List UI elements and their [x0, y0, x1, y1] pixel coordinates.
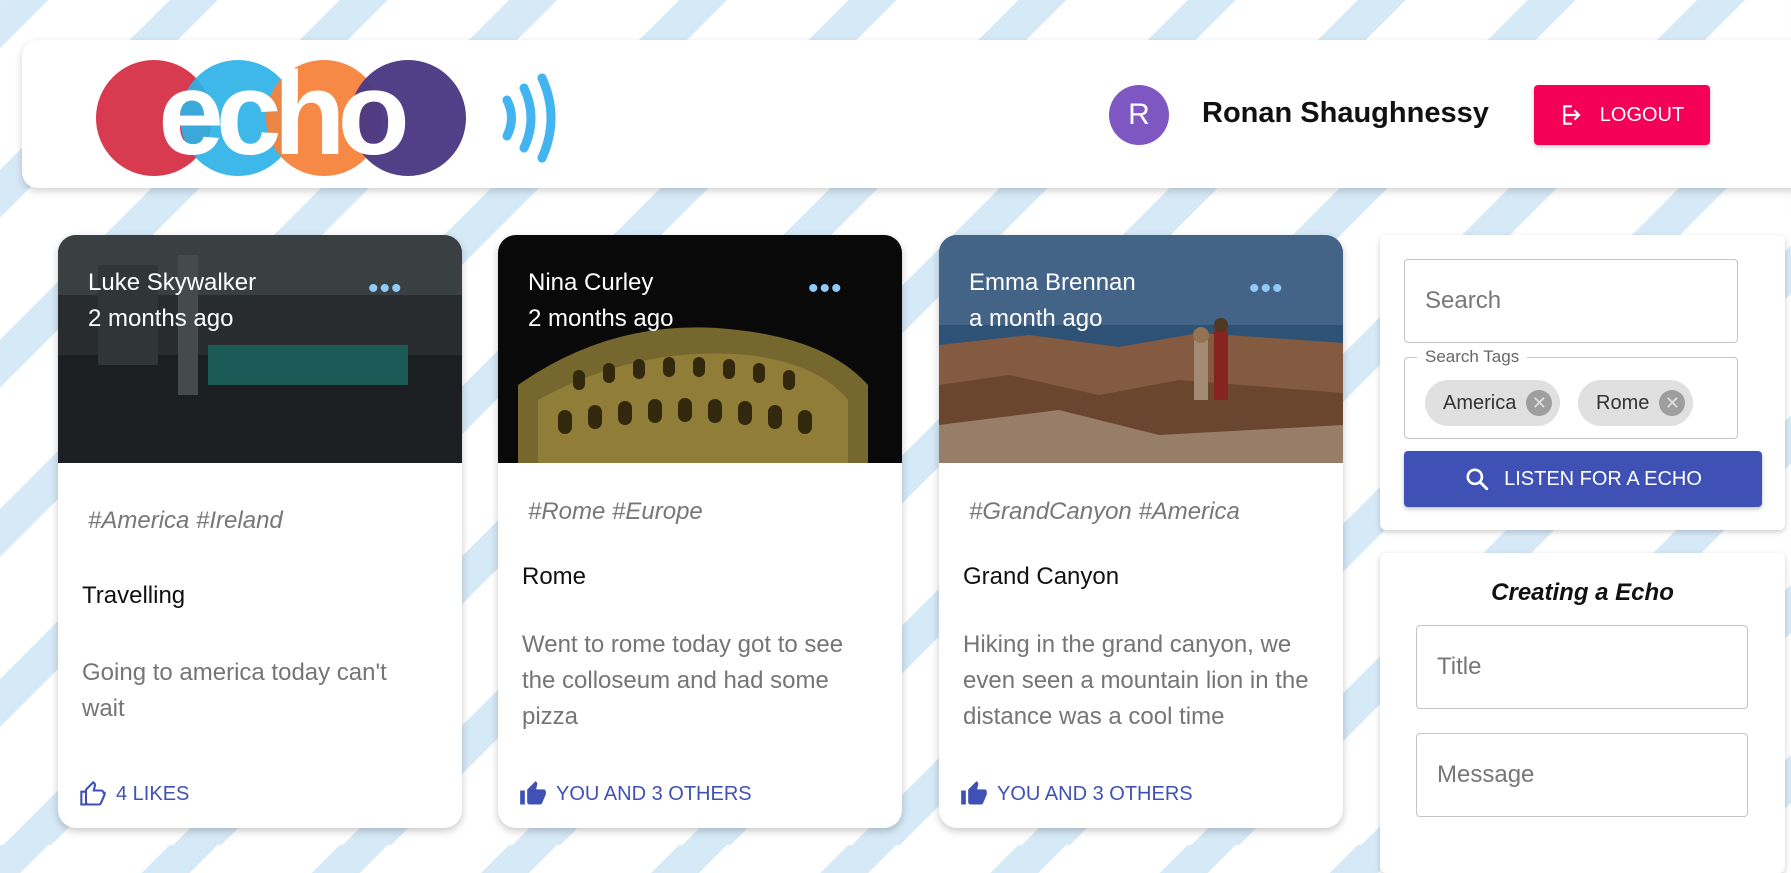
user-name: Ronan Shaughnessy — [1202, 97, 1489, 129]
listen-label: LISTEN FOR A ECHO — [1504, 467, 1702, 490]
echo-card: Luke Skywalker 2 months ago ••• #America… — [58, 235, 462, 828]
thumb-up-icon — [520, 781, 546, 805]
card-tags: #America #Ireland — [88, 507, 283, 534]
card-tags: #Rome #Europe — [528, 498, 703, 525]
card-timestamp: 2 months ago — [88, 305, 234, 332]
svg-text:echo: echo — [158, 58, 405, 178]
cancel-icon[interactable]: ✕ — [1526, 390, 1553, 416]
search-input[interactable] — [1404, 259, 1738, 343]
logout-icon — [1563, 105, 1581, 125]
echo-logo: echo — [96, 58, 556, 178]
card-media-colosseum: Nina Curley 2 months ago ••• — [498, 235, 902, 463]
card-title: Travelling — [82, 582, 186, 609]
echo-card: Nina Curley 2 months ago ••• #Rome #Euro… — [498, 235, 902, 828]
create-echo-heading: Creating a Echo — [1491, 579, 1674, 606]
listen-button[interactable]: LISTEN FOR A ECHO — [1404, 451, 1762, 507]
card-media-airport: Luke Skywalker 2 months ago ••• — [58, 235, 462, 463]
chip-label: Rome — [1596, 391, 1650, 414]
like-button[interactable]: 4 LIKES — [78, 780, 189, 808]
card-timestamp: a month ago — [969, 305, 1103, 332]
create-echo-panel: Creating a Echo — [1380, 553, 1785, 873]
likes-label: YOU AND 3 OTHERS — [997, 782, 1193, 805]
more-horiz-icon[interactable]: ••• — [1249, 274, 1284, 304]
search-panel: Search Tags America ✕ Rome ✕ LISTEN FOR … — [1380, 235, 1785, 530]
card-tags: #GrandCanyon #America — [969, 498, 1240, 525]
more-horiz-icon[interactable]: ••• — [368, 274, 403, 304]
title-input[interactable] — [1416, 625, 1748, 709]
echo-card: Emma Brennan a month ago ••• #GrandCanyo… — [939, 235, 1343, 828]
card-author: Luke Skywalker — [88, 269, 257, 296]
card-author: Nina Curley — [528, 269, 654, 296]
search-icon — [1466, 468, 1489, 491]
likes-label: 4 LIKES — [116, 782, 190, 805]
chip-label: America — [1443, 391, 1517, 414]
card-message: Went to rome today got to see the collos… — [522, 631, 844, 730]
tag-chip: Rome ✕ — [1578, 380, 1694, 426]
logout-label: LOGOUT — [1599, 103, 1685, 126]
card-timestamp: 2 months ago — [528, 305, 674, 332]
thumb-up-icon — [961, 781, 987, 805]
more-horiz-icon[interactable]: ••• — [808, 274, 843, 304]
card-author: Emma Brennan — [969, 269, 1136, 296]
user-avatar[interactable]: R — [1109, 85, 1169, 145]
like-button[interactable]: YOU AND 3 OTHERS — [959, 780, 1193, 808]
avatar-initial: R — [1128, 98, 1150, 131]
likes-label: YOU AND 3 OTHERS — [556, 782, 752, 805]
card-message: Going to america today can't wait — [82, 659, 387, 722]
search-tags-field[interactable]: Search Tags America ✕ Rome ✕ — [1404, 347, 1738, 439]
cancel-icon[interactable]: ✕ — [1659, 390, 1686, 416]
thumb-up-outline-icon — [80, 780, 106, 806]
search-tags-label: Search Tags — [1417, 347, 1528, 367]
card-title: Rome — [522, 563, 587, 590]
app-header: echo R Ronan Shaughnessy LOGOUT — [22, 40, 1791, 188]
card-message: Hiking in the grand canyon, we even seen… — [963, 631, 1309, 730]
card-title: Grand Canyon — [963, 563, 1120, 590]
logout-button[interactable]: LOGOUT — [1534, 85, 1710, 145]
card-media-canyon: Emma Brennan a month ago ••• — [939, 235, 1343, 463]
tag-chip: America ✕ — [1425, 380, 1561, 426]
like-button[interactable]: YOU AND 3 OTHERS — [518, 780, 752, 808]
message-input[interactable] — [1416, 733, 1748, 817]
